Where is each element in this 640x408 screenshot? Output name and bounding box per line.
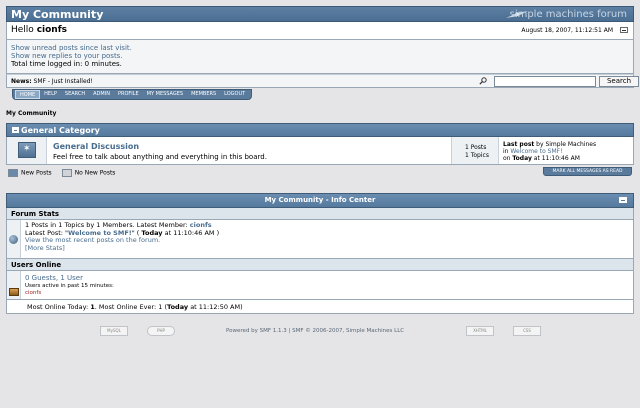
php-badge[interactable]: PHP [147,326,175,336]
greeting: Hello cionfs [11,25,67,35]
users-active-text: Users active in past 15 minutes: [25,282,114,289]
menu-item-members[interactable]: MEMBERS [187,90,220,99]
board-description: Feel free to talk about anything and eve… [53,153,267,161]
menu-item-search[interactable]: SEARCH [61,90,89,99]
category-name[interactable]: General Category [21,126,100,135]
info-center-header: My Community - Info Center [6,193,634,208]
board-last-post: Last post by Simple Machines in Welcome … [503,141,597,162]
search-button[interactable]: Search [599,76,639,87]
main-menu: HOME HELP SEARCH ADMIN PROFILE MY MESSAG… [12,89,253,100]
footer: MySQL PHP Powered by SMF 1.1.3 | SMF © 2… [0,325,640,339]
powered-by-text[interactable]: Powered by SMF 1.1.3 | SMF © 2006-2007, … [226,328,404,334]
unread-posts-link[interactable]: Show unread posts since last visit. [11,44,629,52]
new-replies-link[interactable]: Show new replies to your posts. [11,52,629,60]
collapse-category-icon[interactable] [12,127,19,133]
forum-stats-body: 1 Posts in 1 Topics by 1 Members. Latest… [6,220,634,259]
board-info: General Discussion Feel free to talk abo… [47,137,452,164]
menu-item-admin[interactable]: ADMIN [89,90,114,99]
category-header: General Category [6,123,634,137]
news-bar: News: SMF - Just Installed! Search [6,74,639,88]
new-posts-board-icon[interactable] [18,142,36,158]
users-online-body: 0 Guests, 1 User Users active in past 15… [6,271,634,300]
mysql-badge[interactable]: MySQL [100,326,128,336]
total-time-logged: Total time logged in: 0 minutes. [11,60,122,68]
legend-new-posts: New Posts [8,169,52,177]
collapse-icon[interactable] [620,27,628,33]
forum-logo-text: simple machines forum [509,9,627,20]
menu-item-my-messages[interactable]: MY MESSAGES [143,90,187,99]
users-online-summary-link[interactable]: 0 Guests, 1 User [25,274,629,283]
menu-item-help[interactable]: HELP [40,90,61,99]
news-text: News: SMF - Just Installed! [11,78,93,85]
user-info-box: Show unread posts since last visit. Show… [6,40,634,74]
collapse-info-center-icon[interactable] [619,197,627,203]
legend-no-new-posts: No New Posts [61,169,115,177]
board-topics-count: 1 Topics [465,152,489,159]
breadcrumb[interactable]: My Community [6,110,56,117]
info-center-title: My Community - Info Center [264,196,376,204]
search-input[interactable] [494,76,596,87]
board-icon-cell [7,137,47,164]
board-name-link[interactable]: General Discussion [53,142,445,151]
current-datetime: August 18, 2007, 11:12:51 AM [521,27,613,34]
users-online-text: 0 Guests, 1 User Users active in past 15… [21,271,633,299]
last-topic-link[interactable]: Welcome to SMF! [510,148,562,155]
mark-all-read-button[interactable]: MARK ALL MESSAGES AS READ [543,167,632,176]
menu-item-logout[interactable]: LOGOUT [220,90,249,99]
user-greeting-bar: Hello cionfs August 18, 2007, 11:12:51 A… [6,22,634,40]
recent-posts-link[interactable]: View the most recent posts on the forum. [25,236,629,245]
username: cionfs [36,25,67,35]
search-icon [479,77,487,85]
board-stats: 1 Posts 1 Topics [452,137,499,164]
more-stats-link[interactable]: [More Stats] [25,244,629,253]
board-posts-count: 1 Posts [465,144,487,151]
forum-stats-heading: Forum Stats [6,208,634,220]
board-row: General Discussion Feel free to talk abo… [6,137,634,165]
forum-title: My Community [11,8,104,21]
forum-stats-text: 1 Posts in 1 Topics by 1 Members. Latest… [21,220,633,258]
no-new-posts-icon [61,169,72,177]
menu-item-profile[interactable]: PROFILE [114,90,143,99]
stats-icon-cell [7,220,21,258]
most-online-row: Most Online Today: 1. Most Online Ever: … [6,300,634,314]
users-icon-cell [7,271,21,299]
board-legend: New Posts No New Posts [8,169,115,177]
stats-icon[interactable] [9,235,18,244]
users-online-icon[interactable] [9,288,19,296]
menu-item-home[interactable]: HOME [15,90,41,99]
new-posts-icon [8,169,18,177]
users-online-heading: Users Online [6,259,634,271]
xhtml-badge[interactable]: XHTML [466,326,494,336]
css-badge[interactable]: CSS [513,326,541,336]
forum-header: My Community simple machines forum [6,6,634,22]
online-user-link[interactable]: cionfs [25,290,629,298]
